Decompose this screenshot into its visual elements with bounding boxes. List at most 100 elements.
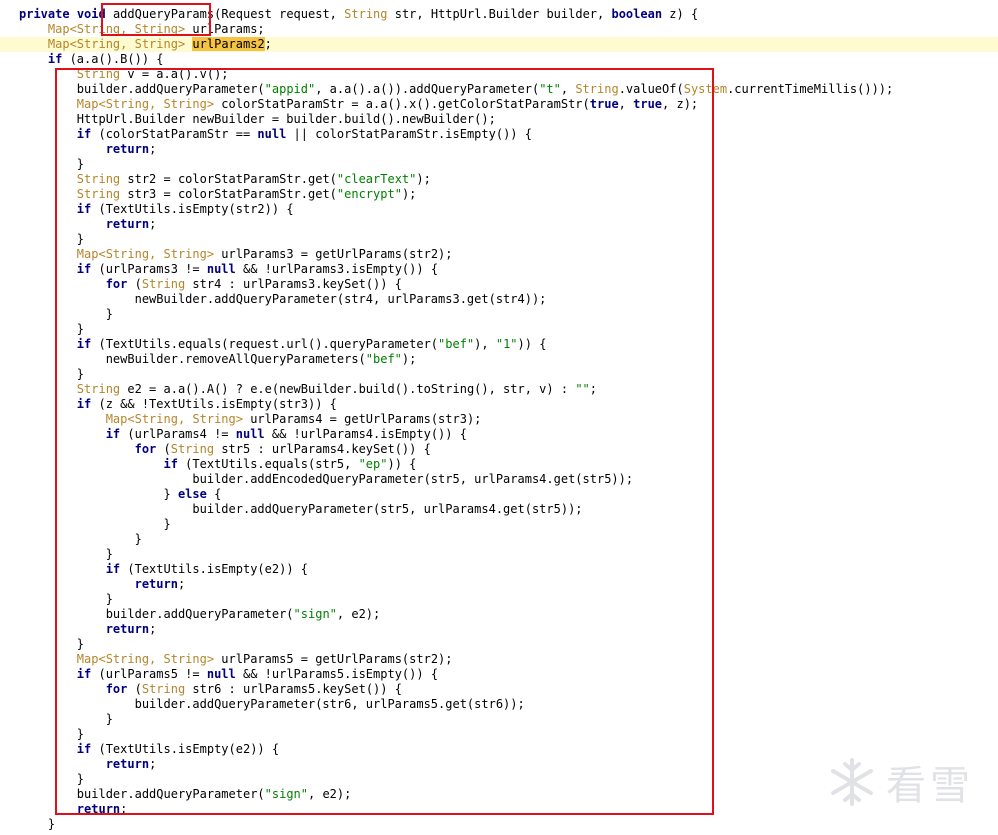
code-line[interactable]: builder.addQueryParameter(str6, urlParam… <box>19 697 998 712</box>
code-line[interactable]: builder.addQueryParameter("sign", e2); <box>19 607 998 622</box>
code-token: "" <box>575 382 590 396</box>
code-line[interactable]: Map<String, String> urlParams5 = getUrlP… <box>19 652 998 667</box>
code-line[interactable]: } <box>19 727 998 742</box>
code-line[interactable]: newBuilder.removeAllQueryParameters("bef… <box>19 352 998 367</box>
code-token: "encrypt" <box>336 187 402 201</box>
code-token: e2 = a.a().A() ? e.e(newBuilder.build().… <box>120 382 576 396</box>
code-token: ); <box>416 172 431 186</box>
code-token: } <box>19 307 113 321</box>
code-token: System <box>683 82 728 96</box>
code-token: ), <box>474 337 496 351</box>
code-token: ; <box>589 382 597 396</box>
code-line[interactable]: Map<String, String> urlParams3 = getUrlP… <box>19 247 998 262</box>
code-token: , e2); <box>336 607 381 621</box>
code-line[interactable]: Map<String, String> urlParams4 = getUrlP… <box>19 412 998 427</box>
code-token: if <box>47 52 63 66</box>
code-line[interactable]: } <box>19 322 998 337</box>
code-line[interactable]: return; <box>19 217 998 232</box>
code-line[interactable]: return; <box>19 142 998 157</box>
code-line[interactable]: if (TextUtils.isEmpty(str2)) { <box>19 202 998 217</box>
code-line[interactable]: } <box>19 232 998 247</box>
code-line[interactable]: return; <box>19 577 998 592</box>
code-token: builder.addQueryParameter( <box>19 787 265 801</box>
code-token: return <box>105 142 150 156</box>
code-line[interactable]: if (urlParams5 != null && !urlParams5.is… <box>19 667 998 682</box>
code-token: Map<String, String> <box>76 247 215 261</box>
code-line[interactable]: } <box>19 367 998 382</box>
code-token: ; <box>120 802 128 816</box>
code-token: } <box>19 322 85 336</box>
code-line[interactable]: for (String str6 : urlParams5.keySet()) … <box>19 682 998 697</box>
code-token: String <box>344 7 388 21</box>
code-token: if <box>76 337 92 351</box>
code-token: (TextUtils.equals(request.url().queryPar… <box>91 337 439 351</box>
code-token: urlParams; <box>185 22 265 36</box>
code-line[interactable]: Map<String, String> colorStatParamStr = … <box>19 97 998 112</box>
code-line[interactable]: if (urlParams4 != null && !urlParams4.is… <box>19 427 998 442</box>
code-token: private <box>19 7 70 21</box>
code-token: && !urlParams4.isEmpty()) { <box>264 427 467 441</box>
code-token: builder.addQueryParameter(str6, urlParam… <box>19 697 525 711</box>
code-line[interactable]: } else { <box>19 487 998 502</box>
code-line[interactable]: String v = a.a().v(); <box>19 67 998 82</box>
code-token: (colorStatParamStr == <box>91 127 258 141</box>
code-token: (TextUtils.isEmpty(e2)) { <box>91 742 280 756</box>
code-token: return <box>76 802 121 816</box>
code-token: } <box>19 547 113 561</box>
code-token: String <box>575 82 619 96</box>
code-line[interactable]: String str3 = colorStatParamStr.get("enc… <box>19 187 998 202</box>
code-line[interactable]: builder.addQueryParameter(str5, urlParam… <box>19 502 998 517</box>
code-line[interactable]: } <box>19 517 998 532</box>
code-line[interactable]: return; <box>19 622 998 637</box>
code-line[interactable]: newBuilder.addQueryParameter(str4, urlPa… <box>19 292 998 307</box>
code-editor[interactable]: private void addQueryParams(Request requ… <box>0 7 998 832</box>
code-line[interactable]: } <box>19 532 998 547</box>
code-line[interactable]: } <box>19 712 998 727</box>
code-token: str4 : urlParams3.keySet()) { <box>185 277 402 291</box>
code-line[interactable]: Map<String, String> urlParams2; <box>0 37 998 52</box>
code-line[interactable]: } <box>19 547 998 562</box>
code-token: "appid" <box>264 82 316 96</box>
code-token: "sign" <box>264 787 308 801</box>
code-token: ; <box>177 577 186 591</box>
code-token: Map<String, String> <box>76 97 215 111</box>
code-line[interactable]: } <box>19 637 998 652</box>
code-line[interactable]: HttpUrl.Builder newBuilder = builder.bui… <box>19 112 998 127</box>
code-line[interactable]: if (z && !TextUtils.isEmpty(str3)) { <box>19 397 998 412</box>
code-line[interactable]: if (colorStatParamStr == null || colorSt… <box>19 127 998 142</box>
code-line[interactable]: if (a.a().B()) { <box>19 52 998 67</box>
code-line[interactable]: } <box>19 817 998 832</box>
code-line[interactable]: String str2 = colorStatParamStr.get("cle… <box>19 172 998 187</box>
code-line[interactable]: } <box>19 307 998 322</box>
code-line[interactable]: if (TextUtils.equals(request.url().query… <box>19 337 998 352</box>
code-line[interactable]: if (TextUtils.equals(str5, "ep")) { <box>19 457 998 472</box>
code-line[interactable]: } <box>19 592 998 607</box>
code-token: String <box>141 682 186 696</box>
code-line[interactable]: builder.addQueryParameter("appid", a.a()… <box>19 82 998 97</box>
code-line[interactable]: } <box>19 157 998 172</box>
code-line[interactable]: String e2 = a.a().A() ? e.e(newBuilder.b… <box>19 382 998 397</box>
code-line[interactable]: Map<String, String> urlParams; <box>19 22 998 37</box>
code-line[interactable]: for (String str4 : urlParams3.keySet()) … <box>19 277 998 292</box>
code-line[interactable]: if (TextUtils.isEmpty(e2)) { <box>19 562 998 577</box>
code-line[interactable]: if (urlParams3 != null && !urlParams3.is… <box>19 262 998 277</box>
code-token: (TextUtils.isEmpty(e2)) { <box>120 562 308 576</box>
code-token: newBuilder.removeAllQueryParameters( <box>19 352 366 366</box>
code-token: "sign" <box>293 607 337 621</box>
code-token: if <box>76 127 92 141</box>
code-line[interactable]: private void addQueryParams(Request requ… <box>19 7 998 22</box>
code-line[interactable]: for (String str5 : urlParams4.keySet()) … <box>19 442 998 457</box>
code-line[interactable]: builder.addEncodedQueryParameter(str5, u… <box>19 472 998 487</box>
code-token: "1" <box>495 337 518 351</box>
